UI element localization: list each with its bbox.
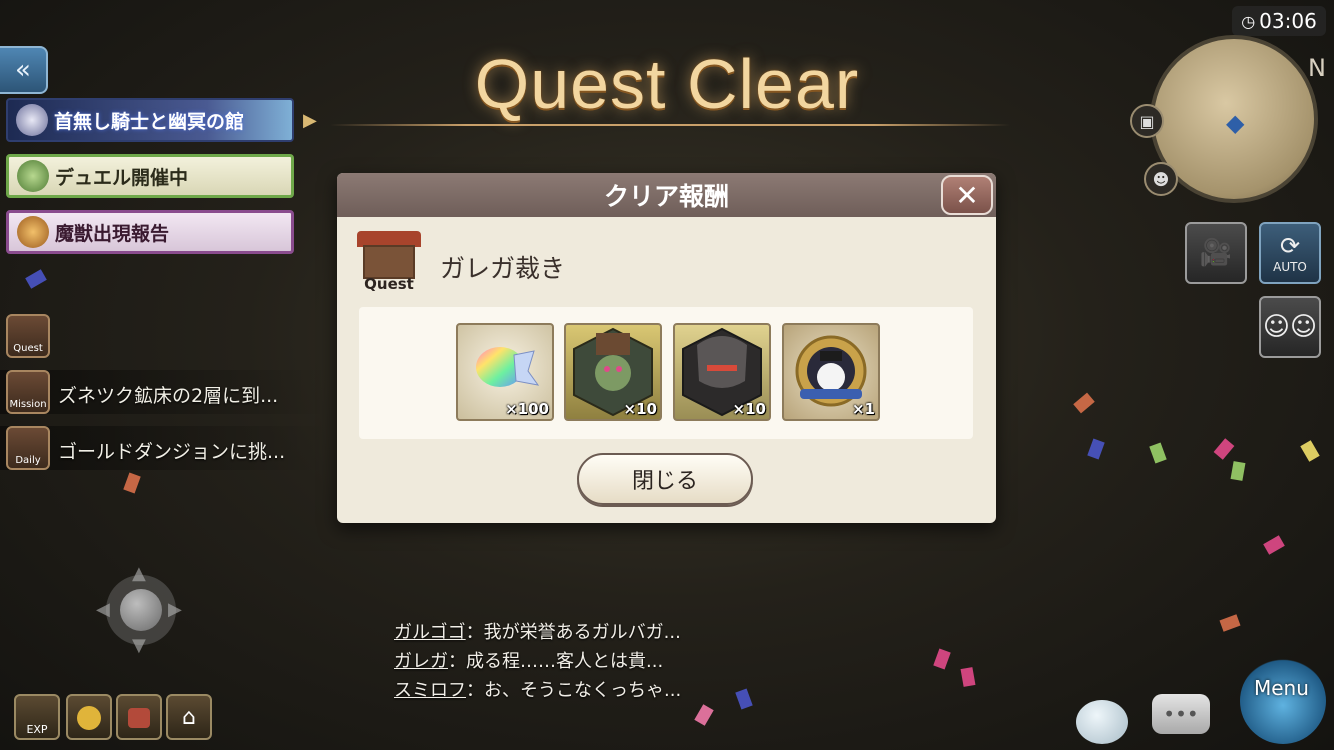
confetti	[735, 688, 753, 710]
confetti	[694, 704, 714, 726]
ghost-icon	[16, 104, 48, 136]
reward-panel	[359, 307, 973, 439]
reward-item[interactable]: ×10	[673, 323, 771, 421]
mission-text: ズネツク鉱床の2層に到...	[58, 385, 279, 407]
event-banner-headless-knight[interactable]: 首無し騎士と幽冥の館	[6, 98, 294, 142]
chat-button[interactable]: •••	[1152, 694, 1210, 734]
log-speaker[interactable]: スミロフ	[394, 680, 466, 701]
beast-mask-icon	[17, 216, 49, 248]
reward-dialog: クリア報酬 ✕ Quest ガレガ裁き ×100 ×10 ×10 ×1 閉じる	[337, 173, 996, 523]
drop-boost-button[interactable]	[116, 694, 162, 740]
clock-icon: ◷	[1241, 11, 1256, 31]
event-banner-beast-report[interactable]: 魔獣出現報告	[6, 210, 294, 254]
reward-qty: ×1	[851, 400, 875, 418]
swords-icon	[17, 160, 49, 192]
party-button[interactable]: ☺☺	[1259, 296, 1321, 358]
confetti	[1073, 392, 1095, 414]
joystick-knob[interactable]	[120, 589, 162, 631]
camera-button[interactable]: 🎥	[1185, 222, 1247, 284]
log-speaker[interactable]: ガルゴゴ	[394, 622, 466, 643]
log-line: ガルゴゴ：我が栄誉あるガルバガ...	[394, 618, 681, 644]
close-icon: ✕	[955, 178, 979, 212]
coin-icon	[77, 706, 101, 730]
menu-label: Menu	[1254, 676, 1309, 700]
confetti	[1219, 614, 1241, 632]
reward-item[interactable]: ×100	[456, 323, 554, 421]
face-icon: ☻	[1152, 169, 1170, 189]
quest-name: ガレガ裁き	[440, 254, 566, 283]
close-button[interactable]: 閉じる	[577, 453, 753, 505]
reward-qty: ×100	[505, 400, 549, 418]
reward-item[interactable]: ×1	[782, 323, 880, 421]
camera-icon: 🎥	[1199, 238, 1233, 268]
daily-text: ゴールドダンジョンに挑...	[58, 441, 286, 463]
reward-qty: ×10	[732, 400, 766, 418]
map-toggle-button[interactable]: ▣	[1130, 104, 1164, 138]
close-x-button[interactable]: ✕	[941, 175, 993, 215]
confetti	[933, 648, 951, 670]
log-text: ：我が栄誉あるガルバガ...	[465, 622, 681, 643]
auto-label: AUTO	[1273, 260, 1307, 274]
clock-time: 03:06	[1259, 9, 1317, 33]
quest-log-icon[interactable]: Quest	[6, 314, 50, 358]
cage-icon: ⌂	[182, 705, 196, 730]
mission-icon: Mission	[6, 370, 50, 414]
log-text: ：成る程……客人とは貴...	[448, 651, 664, 672]
confetti	[1213, 438, 1235, 460]
reward-qty: ×10	[623, 400, 657, 418]
event-banner-label: 首無し騎士と幽冥の館	[54, 110, 245, 133]
emote-button[interactable]	[1076, 700, 1128, 744]
clock: ◷ 03:06	[1232, 6, 1326, 36]
confetti	[1087, 438, 1105, 460]
banner-expand-arrow-icon[interactable]: ▶	[303, 110, 317, 131]
arrow-left-icon: ◀	[96, 599, 110, 620]
confetti	[1230, 461, 1246, 481]
party-icon: ☺☺	[1262, 312, 1318, 342]
boot-icon	[128, 708, 150, 728]
arrow-up-icon: ▲	[132, 563, 146, 584]
quest-icon: Quest	[357, 231, 421, 295]
menu-button[interactable]	[1240, 658, 1326, 744]
gold-boost-button[interactable]	[66, 694, 112, 740]
event-banner-duel[interactable]: デュエル開催中	[6, 154, 294, 198]
log-text: ：お、そうこなくっちゃ...	[466, 680, 682, 701]
dialog-header: クリア報酬	[337, 173, 996, 217]
close-button-label: 閉じる	[631, 469, 698, 494]
confetti	[1300, 440, 1320, 462]
map-icon: ▣	[1139, 111, 1155, 131]
log-line: ガレガ：成る程……客人とは貴...	[394, 647, 663, 673]
back-button[interactable]: «	[0, 46, 48, 94]
confetti	[123, 472, 141, 494]
arrow-right-icon: ▶	[168, 599, 182, 620]
event-banner-label: 魔獣出現報告	[55, 222, 170, 245]
event-banner-label: デュエル開催中	[55, 166, 189, 189]
compass-north: N	[1308, 54, 1326, 82]
exp-boost-button[interactable]: EXP	[14, 694, 60, 740]
confetti	[25, 269, 47, 289]
log-speaker[interactable]: ガレガ	[394, 651, 448, 672]
map-face-button[interactable]: ☻	[1144, 162, 1178, 196]
title-divider	[330, 124, 1010, 126]
arrow-down-icon: ▼	[132, 635, 146, 656]
chat-bubble-icon: •••	[1163, 702, 1199, 726]
cage-button[interactable]: ⌂	[166, 694, 212, 740]
dialog-title: クリア報酬	[603, 182, 729, 211]
confetti	[1263, 535, 1285, 555]
confetti	[1149, 442, 1167, 464]
auto-icon: ⟳	[1279, 232, 1301, 260]
auto-battle-button[interactable]: ⟳ AUTO	[1259, 222, 1321, 284]
movement-joystick[interactable]: ▲ ▼ ◀ ▶	[96, 563, 186, 656]
log-line: スミロフ：お、そうこなくっちゃ...	[394, 676, 681, 702]
daily-icon: Daily	[6, 426, 50, 470]
player-marker-icon: ◆	[1226, 109, 1245, 137]
reward-item[interactable]: ×10	[564, 323, 662, 421]
confetti	[960, 667, 976, 687]
